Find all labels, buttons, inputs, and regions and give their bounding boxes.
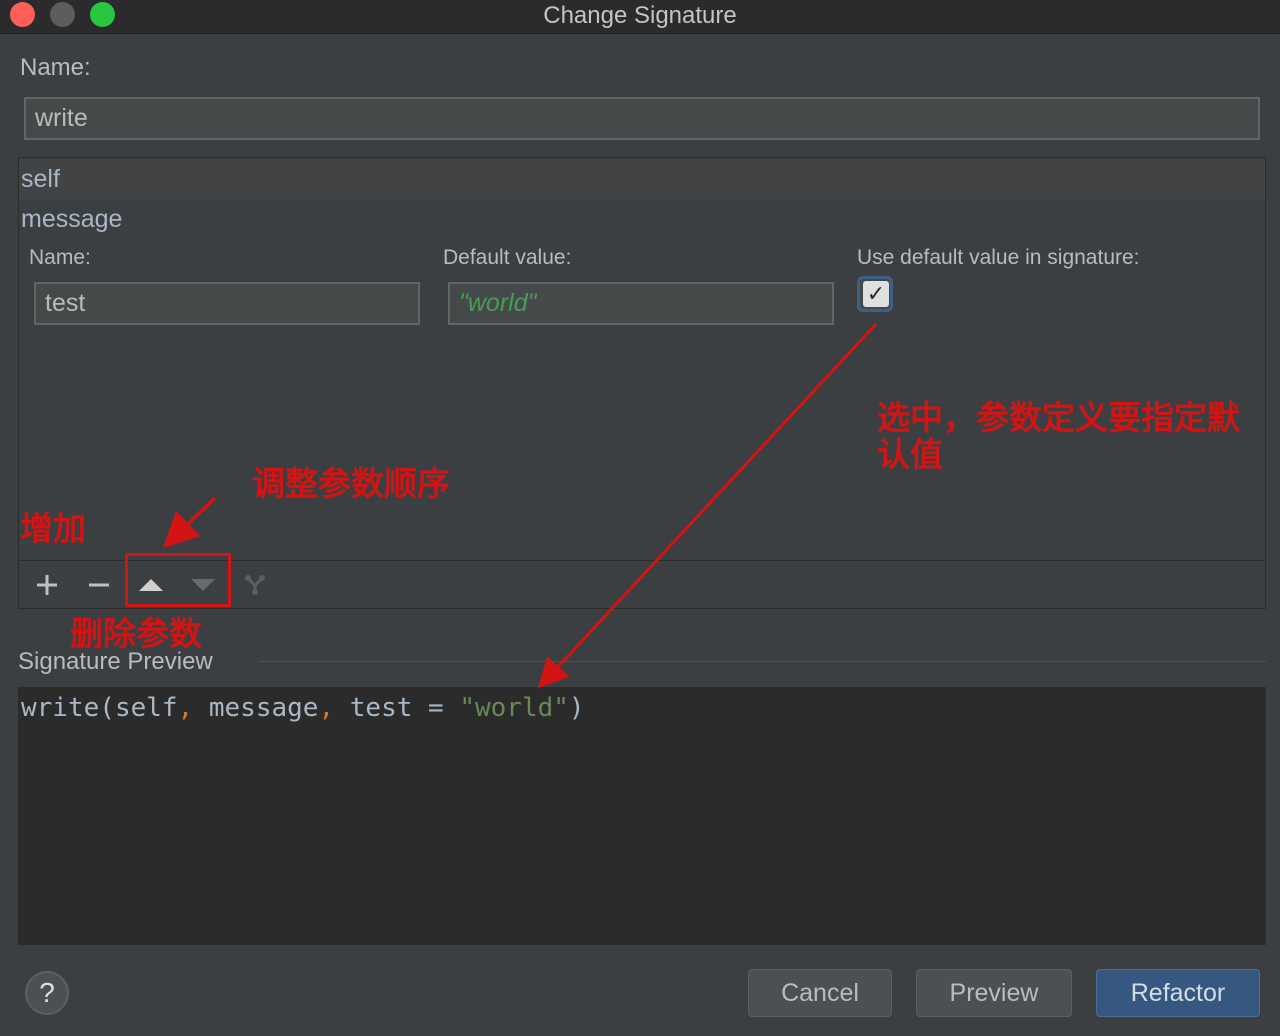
param-name-input[interactable] [34,282,420,325]
method-name-input[interactable] [24,97,1260,140]
window-title: Change Signature [543,2,737,29]
annotation-add: 增加 [20,509,86,548]
annotation-reorder: 调整参数顺序 [252,464,450,503]
parameter-row-message[interactable]: message [19,200,1265,240]
reorder-highlight-box [125,553,231,607]
code-comma: , [177,693,209,723]
annotation-checkbox-note: 选中，参数定义要指定默认值 [877,398,1240,474]
checkmark-icon: ✓ [863,281,889,307]
code-comma: , [318,693,350,723]
default-value-input[interactable] [448,282,834,325]
default-value-label: Default value: [443,246,572,269]
minus-icon [89,583,109,587]
add-parameter-button[interactable] [27,561,67,609]
code-function-name: write [21,693,100,723]
name-label: Name: [20,54,91,81]
plus-icon [37,575,57,595]
remove-parameter-button[interactable] [79,561,119,609]
title-bar: Change Signature [0,0,1280,34]
cancel-button[interactable]: Cancel [748,969,892,1017]
refactor-button[interactable]: Refactor [1096,969,1260,1017]
signature-code: write(self, message, test = "world") [21,693,585,723]
code-open-paren: ( [99,693,115,723]
code-string-default: "world" [459,693,569,723]
code-close-paren: ) [568,693,585,723]
code-param-self: self [114,693,178,723]
use-default-checkbox[interactable]: ✓ [857,276,893,312]
parameters-panel: self message Name: Default value: Use de… [18,157,1266,609]
code-param-test: test = [349,693,460,723]
parameter-row-self[interactable]: self [19,160,1265,200]
signature-preview-panel: write(self, message, test = "world") [18,687,1266,945]
propagate-button[interactable] [235,561,275,609]
preview-button[interactable]: Preview [916,969,1072,1017]
section-divider [258,661,1266,662]
annotation-delete: 删除参数 [70,614,202,653]
code-param-message: message [208,693,319,723]
help-button[interactable]: ? [25,971,69,1015]
use-default-label: Use default value in signature: [857,246,1140,269]
propagate-icon [245,575,265,595]
param-name-label: Name: [29,246,91,269]
